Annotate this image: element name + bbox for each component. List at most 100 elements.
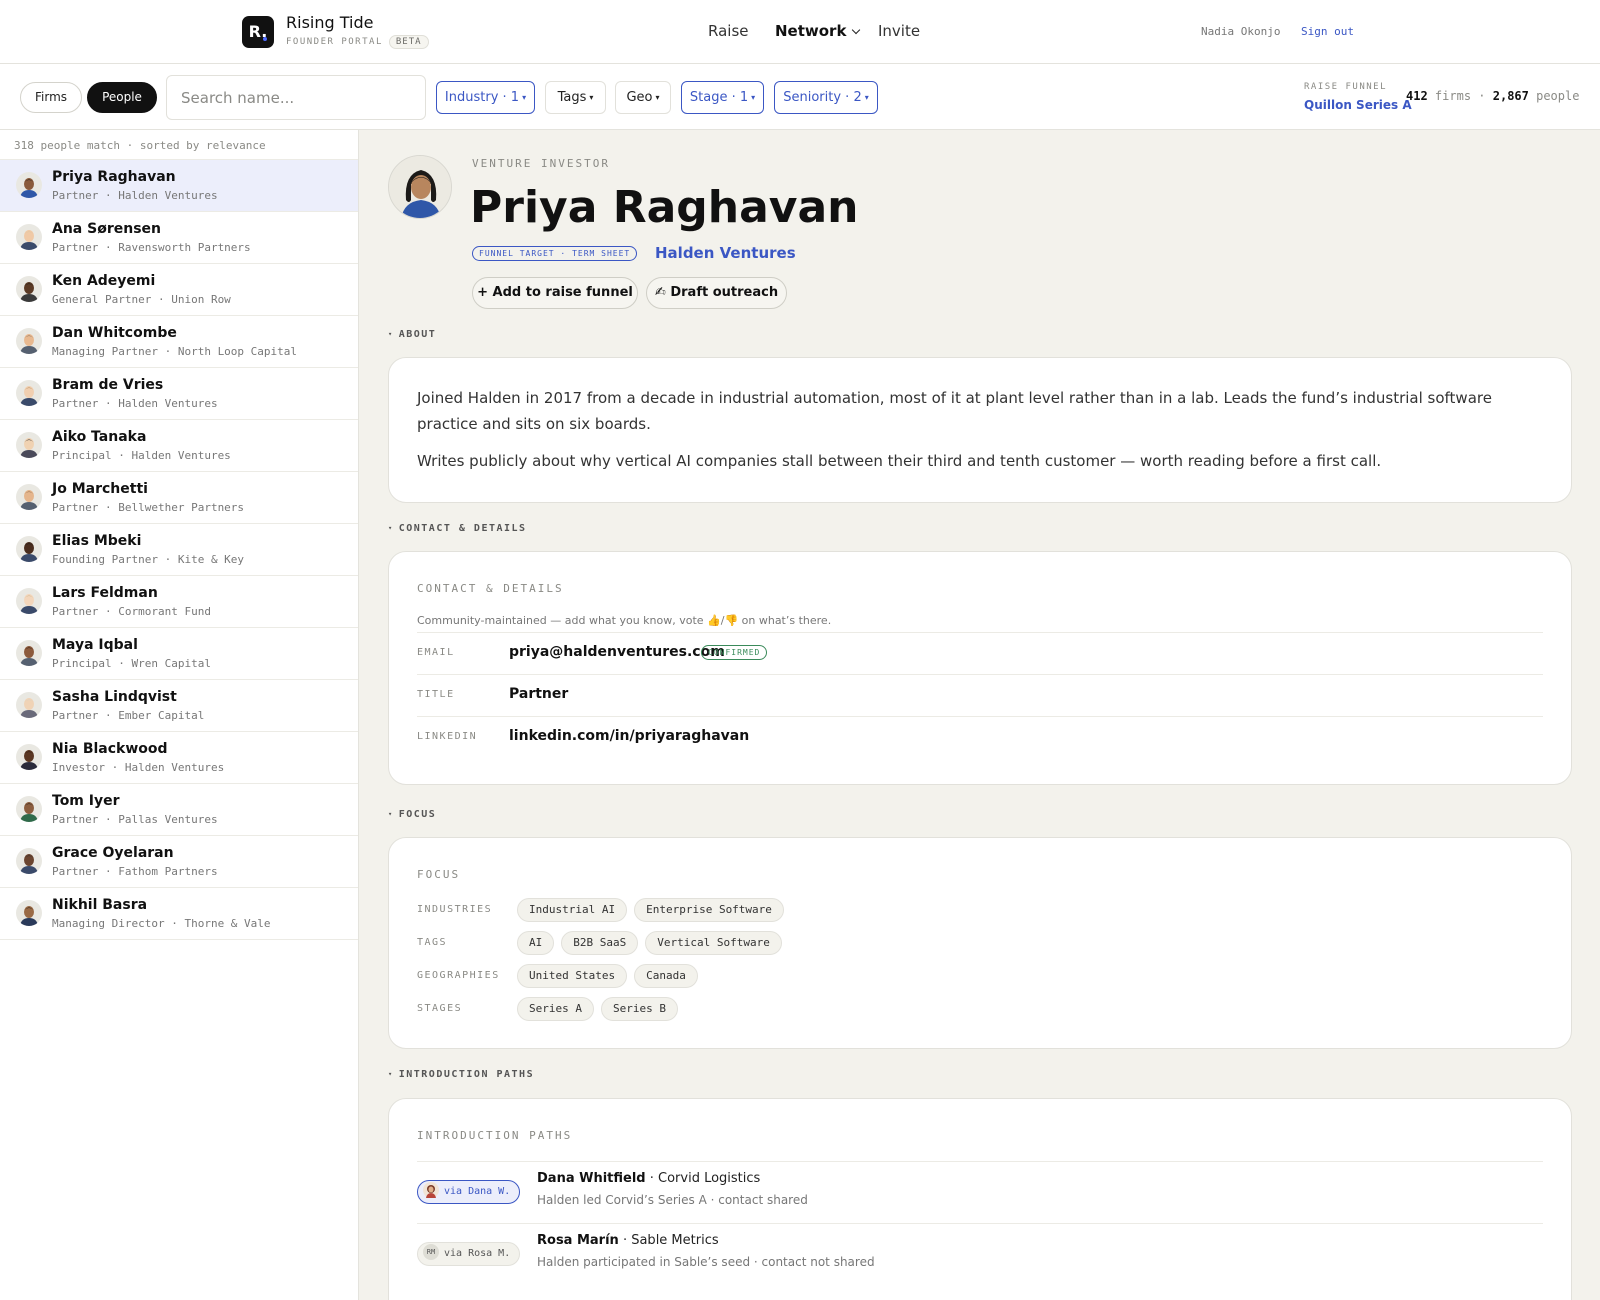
segment-people[interactable]: People xyxy=(87,82,157,113)
caret-down-icon: ▾ xyxy=(655,93,660,102)
person-role: Founding Partner · Kite & Key xyxy=(52,553,245,566)
person-role: General Partner · Union Row xyxy=(52,293,231,306)
filter-tags[interactable]: Tags ▾ xyxy=(545,81,606,114)
field-label: TITLE xyxy=(417,689,455,700)
nav-raise[interactable]: Raise xyxy=(708,22,749,40)
list-item[interactable]: Nia Blackwood Investor · Halden Ventures xyxy=(0,732,358,784)
list-item[interactable]: Nikhil Basra Managing Director · Thorne &… xyxy=(0,888,358,940)
profile-name: Priya Raghavan xyxy=(470,182,859,233)
field-label: GEOGRAPHIES xyxy=(417,970,500,981)
list-item[interactable]: Sasha Lindqvist Partner · Ember Capital xyxy=(0,680,358,732)
about-paragraph: Joined Halden in 2017 from a decade in i… xyxy=(417,389,1492,433)
focus-tag[interactable]: Canada xyxy=(634,964,698,988)
focus-tag[interactable]: Industrial AI xyxy=(517,898,628,922)
list-item[interactable]: Jo Marchetti Partner · Bellwether Partner… xyxy=(0,472,358,524)
avatar xyxy=(16,848,42,874)
funnel-status-badge: FUNNEL TARGET · TERM SHEET xyxy=(472,246,638,261)
confirmed-badge: CONFIRMED xyxy=(701,645,768,660)
avatar-initials: RM xyxy=(423,1244,439,1260)
via-rosa-chip[interactable]: RM via Rosa M. xyxy=(417,1242,521,1266)
list-item[interactable]: Lars Feldman Partner · Cormorant Fund xyxy=(0,576,358,628)
list-item[interactable]: Grace Oyelaran Partner · Fathom Partners xyxy=(0,836,358,888)
list-item[interactable]: Elias Mbeki Founding Partner · Kite & Key xyxy=(0,524,358,576)
top-navigation-bar: R. Rising Tide FOUNDER PORTAL BETA Raise … xyxy=(0,0,1600,64)
focus-tag[interactable]: Enterprise Software xyxy=(634,898,784,922)
person-role: Managing Partner · North Loop Capital xyxy=(52,345,298,358)
caret-down-icon: ▾ xyxy=(388,1070,394,1078)
segment-firms[interactable]: Firms xyxy=(20,82,82,113)
person-role: Partner · Pallas Ventures xyxy=(52,813,218,826)
person-role: Partner · Halden Ventures xyxy=(52,397,218,410)
person-name: Ken Adeyemi xyxy=(52,273,156,289)
person-role: Partner · Ember Capital xyxy=(52,709,205,722)
card-title: FOCUS xyxy=(417,868,461,881)
focus-tag[interactable]: B2B SaaS xyxy=(561,931,639,955)
focus-tag[interactable]: Series A xyxy=(517,997,594,1021)
profile-firm-link[interactable]: Halden Ventures xyxy=(655,244,796,262)
caret-down-icon: ▾ xyxy=(388,524,394,532)
focus-tag[interactable]: AI xyxy=(517,931,555,955)
title-value: Partner xyxy=(509,686,569,702)
person-name: Lars Feldman xyxy=(52,585,158,601)
list-item[interactable]: Priya Raghavan Partner · Halden Ventures xyxy=(0,160,358,212)
person-name: Tom Iyer xyxy=(52,793,120,809)
list-item[interactable]: Ana Sørensen Partner · Ravensworth Partne… xyxy=(0,212,358,264)
avatar xyxy=(16,900,42,926)
person-name: Jo Marchetti xyxy=(52,481,148,497)
avatar xyxy=(423,1182,439,1198)
field-label: TAGS xyxy=(417,937,448,948)
via-dana-chip[interactable]: via Dana W. xyxy=(417,1180,521,1204)
filter-industry[interactable]: Industry · 1 ▾ xyxy=(436,81,535,114)
section-toggle-focus[interactable]: ▾ FOCUS xyxy=(388,809,436,820)
card-title: INTRODUCTION PATHS xyxy=(417,1129,573,1142)
list-item[interactable]: Aiko Tanaka Principal · Halden Ventures xyxy=(0,420,358,472)
list-item[interactable]: Maya Iqbal Principal · Wren Capital xyxy=(0,628,358,680)
sign-out-link[interactable]: Sign out xyxy=(1301,25,1354,38)
field-label: STAGES xyxy=(417,1003,463,1014)
filter-stage[interactable]: Stage · 1 ▾ xyxy=(681,81,764,114)
list-item[interactable]: Tom Iyer Partner · Pallas Ventures xyxy=(0,784,358,836)
person-role: Partner · Fathom Partners xyxy=(52,865,218,878)
intro-note: Halden participated in Sable’s seed · co… xyxy=(537,1255,875,1269)
caret-down-icon: ▾ xyxy=(864,93,869,102)
focus-tag[interactable]: Series B xyxy=(600,997,678,1021)
filter-seniority[interactable]: Seniority · 2 ▾ xyxy=(774,81,878,114)
field-label: INDUSTRIES xyxy=(417,904,493,915)
about-paragraph: Writes publicly about why vertical AI co… xyxy=(417,452,1382,470)
person-role: Managing Director · Thorne & Vale xyxy=(52,917,271,930)
nav-network[interactable]: Network xyxy=(775,22,861,40)
person-name: Sasha Lindqvist xyxy=(52,689,177,705)
intro-note: Halden led Corvid’s Series A · contact s… xyxy=(537,1193,808,1207)
section-toggle-intro-paths[interactable]: ▾ INTRODUCTION PATHS xyxy=(388,1069,534,1080)
person-role: Partner · Bellwether Partners xyxy=(52,501,245,514)
section-toggle-about[interactable]: ▾ ABOUT xyxy=(388,329,436,340)
raise-funnel-link[interactable]: Quillon Series A xyxy=(1304,98,1412,112)
linkedin-link[interactable]: linkedin.com/in/priyaraghavan xyxy=(509,728,749,744)
focus-tag[interactable]: United States xyxy=(517,964,628,988)
stage-tags: Series A Series B xyxy=(517,997,685,1021)
nav-invite[interactable]: Invite xyxy=(878,22,920,40)
email-value[interactable]: priya@haldenventures.com xyxy=(509,644,725,660)
search-input[interactable] xyxy=(166,75,426,120)
person-name: Ana Sørensen xyxy=(52,221,161,237)
add-to-raise-funnel-button[interactable]: + Add to raise funnel xyxy=(472,277,638,309)
person-role: Investor · Halden Ventures xyxy=(52,761,225,774)
avatar xyxy=(16,276,42,302)
focus-tag[interactable]: Vertical Software xyxy=(645,931,782,955)
app-logo[interactable]: R. xyxy=(242,16,274,48)
list-item[interactable]: Dan Whitcombe Managing Partner · North Lo… xyxy=(0,316,358,368)
draft-outreach-button[interactable]: ✍ Draft outreach xyxy=(646,277,787,309)
list-item[interactable]: Ken Adeyemi General Partner · Union Row xyxy=(0,264,358,316)
person-name: Dan Whitcombe xyxy=(52,325,177,341)
result-counts: 412 firms · 2,867 people xyxy=(1406,89,1580,103)
person-name: Priya Raghavan xyxy=(52,169,176,185)
avatar xyxy=(16,172,42,198)
profile-panel: VENTURE INVESTOR Priya Raghavan FUNNEL T… xyxy=(360,130,1600,1300)
filter-geo[interactable]: Geo ▾ xyxy=(615,81,671,114)
avatar xyxy=(16,380,42,406)
person-role: Partner · Ravensworth Partners xyxy=(52,241,251,254)
caret-down-icon: ▾ xyxy=(589,93,594,102)
section-toggle-contact[interactable]: ▾ CONTACT & DETAILS xyxy=(388,523,527,534)
firms-count: 412 xyxy=(1406,89,1428,103)
list-item[interactable]: Bram de Vries Partner · Halden Ventures xyxy=(0,368,358,420)
